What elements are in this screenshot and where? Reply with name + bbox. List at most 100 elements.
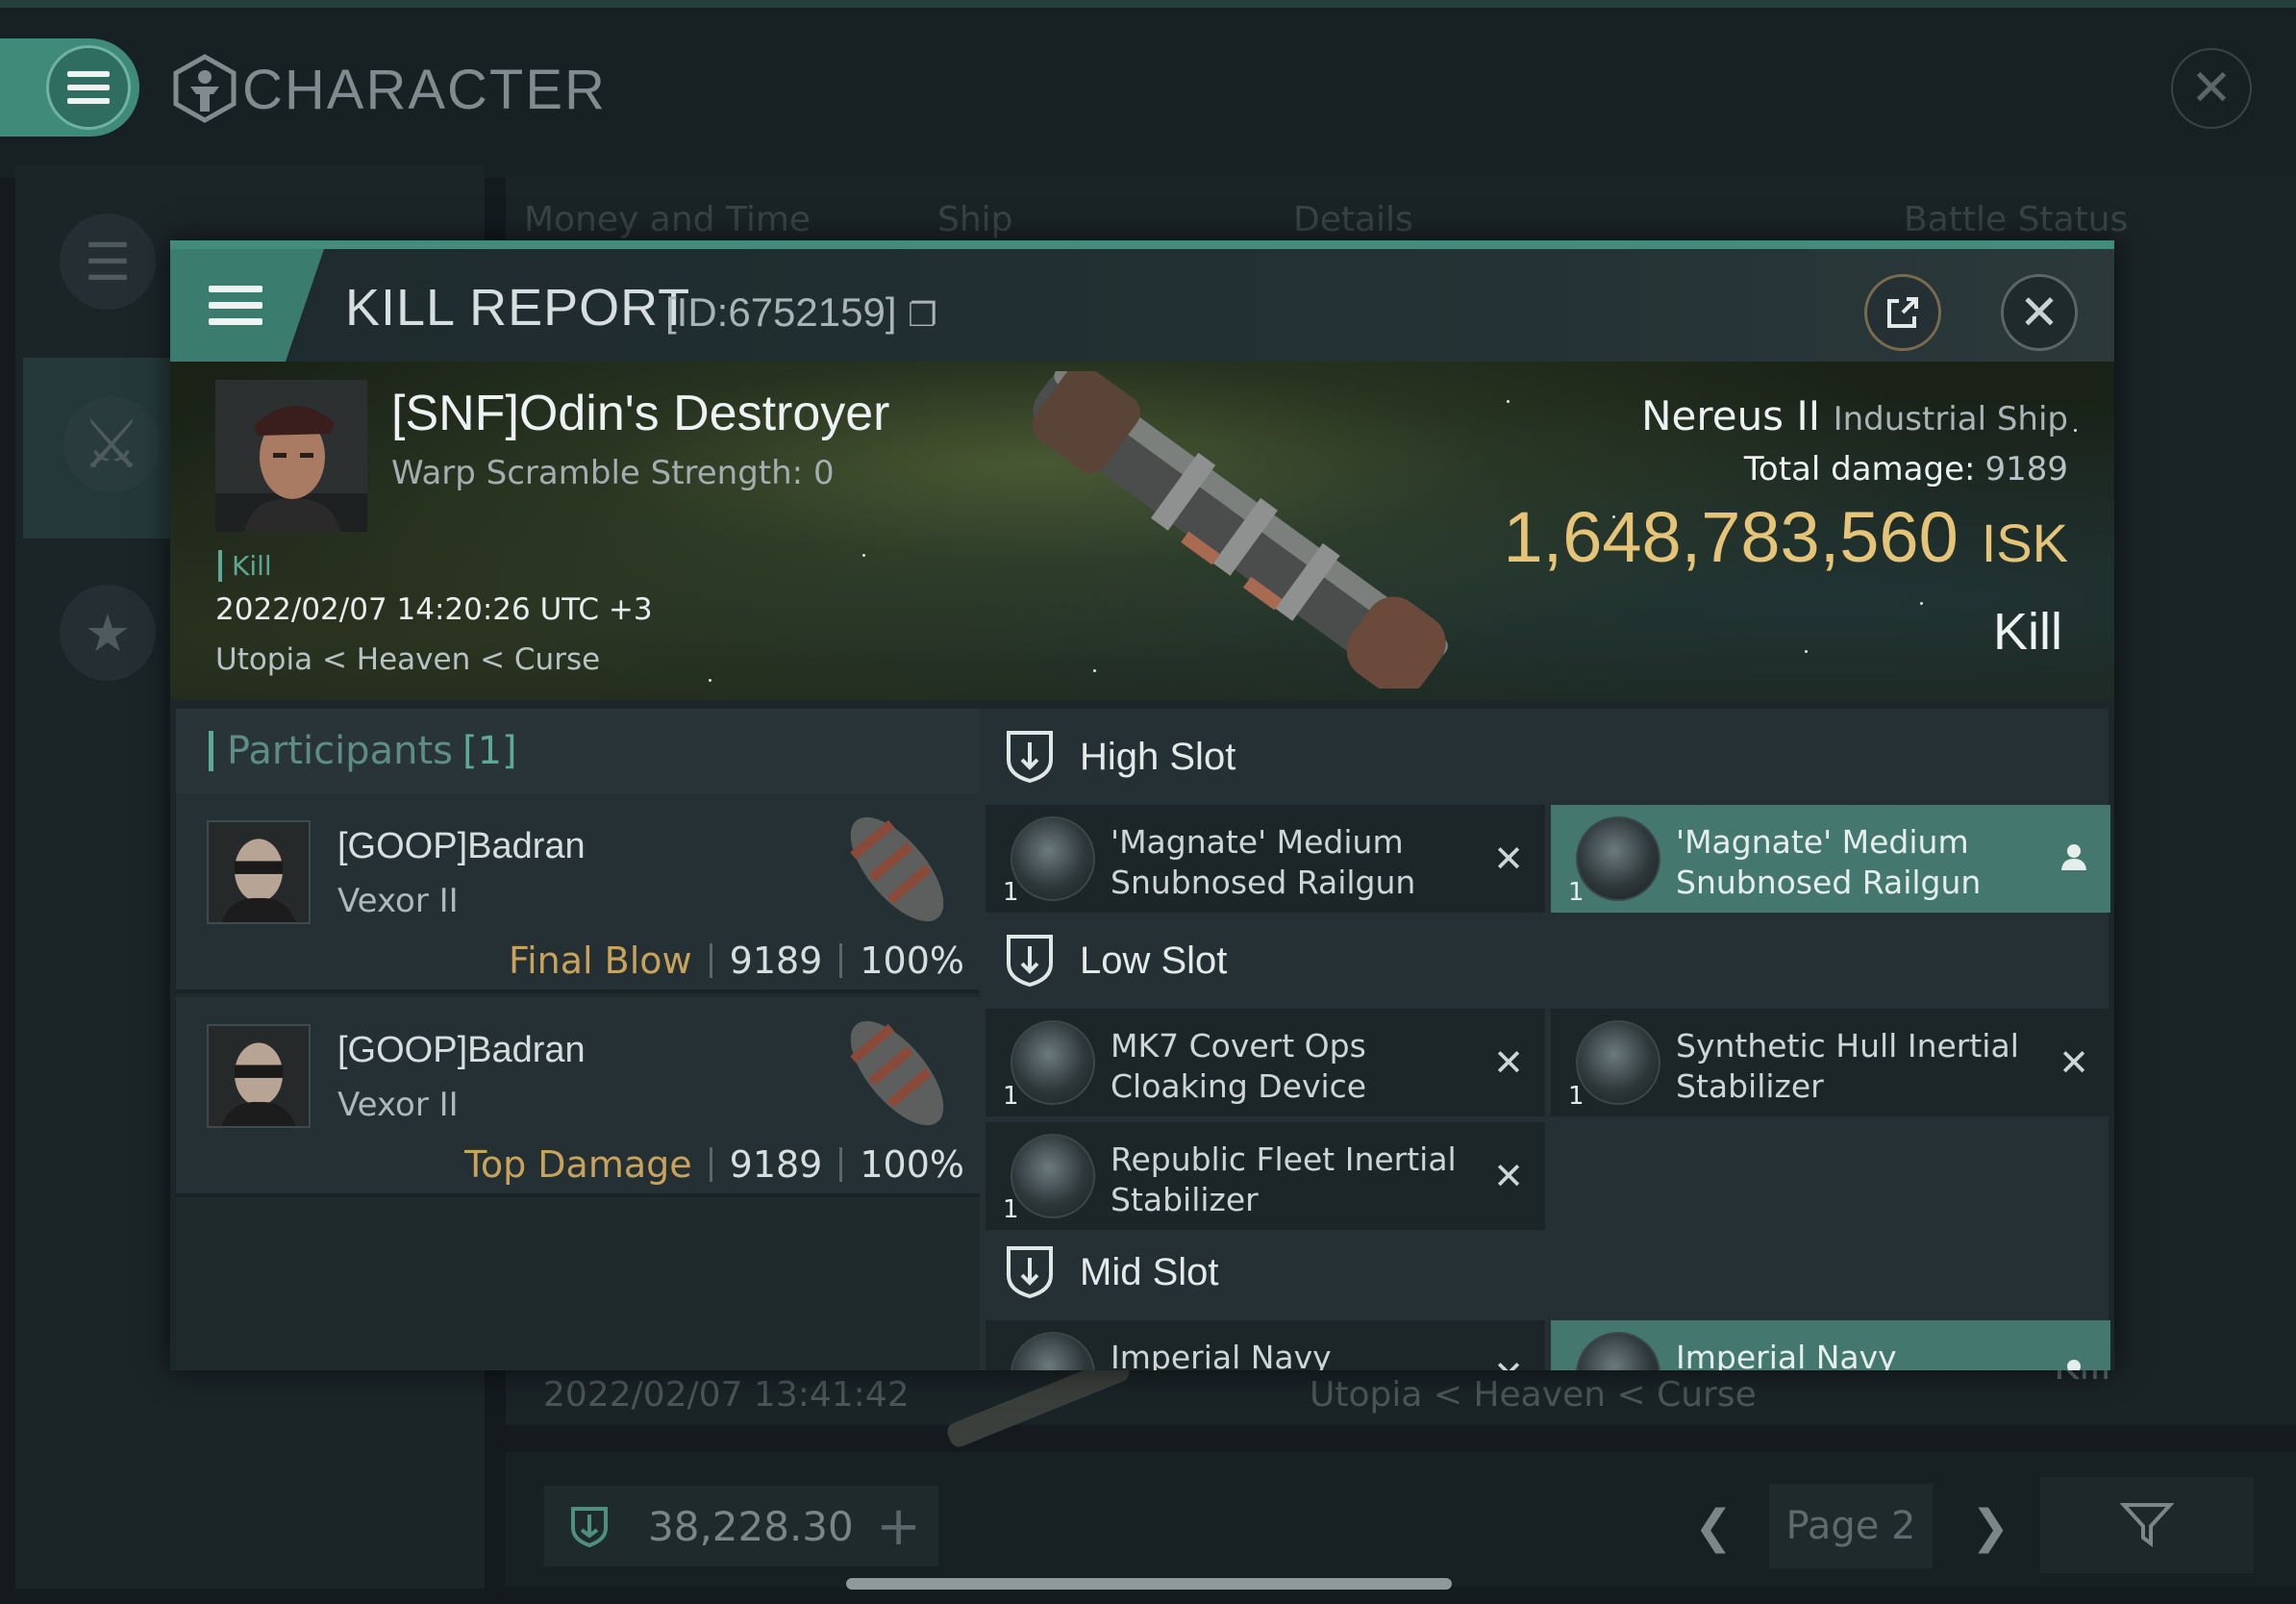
kill-tag: Kill [218,550,272,582]
shield-slot-icon [1007,935,1053,988]
participants-label: Participants [227,729,453,773]
destroyed-x-icon: ✕ [1493,1155,1524,1197]
close-icon: ✕ [2190,60,2233,117]
participant-portrait [207,1024,311,1128]
module-name: Republic Fleet Inertial Stabilizer [1111,1140,1457,1218]
kill-datetime: 2022/02/07 14:20:26 UTC +3 [215,592,653,627]
participant-ship-image [850,1020,944,1126]
kill-id[interactable]: [ID:6752159] ❐ [665,289,937,336]
share-icon [1887,297,1918,328]
kill-result: Kill [1992,603,2062,661]
victim-name[interactable]: [SNF]Odin's Destroyer [391,385,890,442]
module-name: MK7 Covert Ops Cloaking Device [1111,1027,1367,1105]
mid-slot-header: Mid Slot [980,1224,2109,1320]
module-name: Imperial Navy [1676,1339,1897,1370]
window-title: CHARACTER [242,59,607,121]
column-ship[interactable]: Ship [937,200,1013,239]
ship-render [1032,371,1448,689]
ammo-icon [1576,1332,1660,1370]
module-qty: 1 [1003,1082,1019,1111]
participant-role: Top Damage [464,1143,692,1186]
destroyed-x-icon: ✕ [1493,838,1524,880]
participant-name[interactable]: [GOOP]Badran [337,826,586,867]
ship-name-line: Nereus II Industrial Ship [1641,392,2068,439]
destroyed-x-icon: ✕ [1493,1353,1524,1370]
module-name: Synthetic Hull Inertial Stabilizer [1676,1027,2019,1105]
module-item[interactable]: Imperial Navy ✕ [986,1320,1545,1370]
nav-medal-button[interactable]: ★ [60,585,156,681]
inertial-stabilizer-icon [1576,1020,1660,1105]
user-icon [2061,844,2086,870]
total-damage: Total damage: 9189 [1744,450,2068,489]
cloaking-device-icon [1011,1020,1095,1105]
wallet-icon [571,1507,608,1547]
low-slot-label: Low Slot [1080,939,1228,982]
column-battle-status[interactable]: Battle Status [1904,200,2128,239]
participant-row[interactable]: [GOOP]Badran Vexor II Final Blow 9189 10… [176,793,980,993]
railgun-icon [1576,816,1660,901]
participant-damage: 9189 [729,1143,823,1186]
filter-button[interactable] [2040,1477,2254,1573]
column-details[interactable]: Details [1293,200,1413,239]
high-slot-label: High Slot [1080,735,1236,778]
module-item[interactable]: 1 'Magnate' Medium Snubnosed Railgun ✕ [986,805,1545,913]
kill-id-text: [ID:6752159] [665,289,897,335]
module-name: 'Magnate' Medium Snubnosed Railgun [1111,823,1416,901]
participant-ship: Vexor II [337,882,459,920]
participant-ship-image [850,816,944,922]
module-qty: 1 [1568,1082,1585,1111]
participant-name[interactable]: [GOOP]Badran [337,1030,586,1071]
kill-location[interactable]: Utopia < Heaven < Curse [215,642,600,677]
chevron-right-icon[interactable]: ❯ [1971,1500,2009,1554]
menu-icon [209,285,262,326]
shield-slot-icon [1007,1246,1053,1299]
module-name: 'Magnate' Medium Snubnosed Railgun [1676,823,1982,901]
module-item[interactable]: 1 MK7 Covert Ops Cloaking Device ✕ [986,1009,1545,1116]
ammo-icon [1011,1332,1095,1370]
warp-scramble-strength: Warp Scramble Strength: 0 [391,454,835,492]
ship-name[interactable]: Nereus II [1641,392,1820,439]
main-menu-button[interactable] [46,45,131,130]
modal-title: KILL REPORT [345,279,691,337]
total-damage-value: 9189 [1984,450,2068,489]
scrollbar[interactable] [846,1578,1452,1590]
ship-class: Industrial Ship [1833,400,2068,439]
module-qty: 1 [1003,878,1019,907]
character-icon [173,54,237,123]
isk-value: 1,648,783,560 [1503,497,1959,577]
modal-close-button[interactable]: ✕ [2001,274,2078,351]
list-icon: ☰ [84,231,132,292]
participant-portrait [207,820,311,924]
isk-unit: ISK [1981,513,2068,573]
user-icon [2067,1360,2081,1370]
participant-percent: 100% [860,940,964,982]
kill-banner: [SNF]Odin's Destroyer Warp Scramble Stre… [170,362,2114,700]
module-item[interactable]: 1 Republic Fleet Inertial Stabilizer ✕ [986,1122,1545,1230]
mid-slot-label: Mid Slot [1080,1250,1219,1293]
kill-report-modal: KILL REPORT [ID:6752159] ❐ ✕ [SNF]Odin's… [170,240,2114,1370]
participant-stats: Final Blow 9189 100% [509,940,964,982]
nav-list-button[interactable]: ☰ [60,213,156,310]
page-indicator: Page 2 [1769,1484,1933,1568]
share-button[interactable] [1864,274,1941,351]
module-qty: 1 [1568,878,1585,907]
wallet-box: 38,228.30 + [544,1486,938,1566]
module-item[interactable]: 1 Synthetic Hull Inertial Stabilizer ✕ [1551,1009,2110,1116]
isk-value-line: 1,648,783,560 ISK [1504,496,2069,578]
module-item[interactable]: 1 'Magnate' Medium Snubnosed Railgun [1551,805,2110,913]
low-slot-header: Low Slot [980,913,2109,1009]
bg-row-date: 2022/02/07 13:41:42 [543,1375,910,1415]
add-funds-button[interactable]: + [876,1495,921,1558]
copy-icon[interactable]: ❐ [908,297,936,334]
module-qty: 1 [1003,1195,1019,1224]
nav-battle-button[interactable]: ⚔ [63,396,160,492]
participant-row[interactable]: [GOOP]Badran Vexor II Top Damage 9189 10… [176,997,980,1197]
column-money-time[interactable]: Money and Time [524,200,811,239]
module-item[interactable]: Imperial Navy [1551,1320,2110,1370]
participants-panel: Participants [1] [GOOP]Badran Vexor II F… [176,709,980,1370]
participants-count: [1] [462,729,517,773]
window-close-button[interactable]: ✕ [2171,48,2252,129]
participant-percent: 100% [860,1143,964,1186]
crossed-swords-icon: ⚔ [81,405,142,484]
chevron-left-icon[interactable]: ❮ [1694,1500,1733,1554]
